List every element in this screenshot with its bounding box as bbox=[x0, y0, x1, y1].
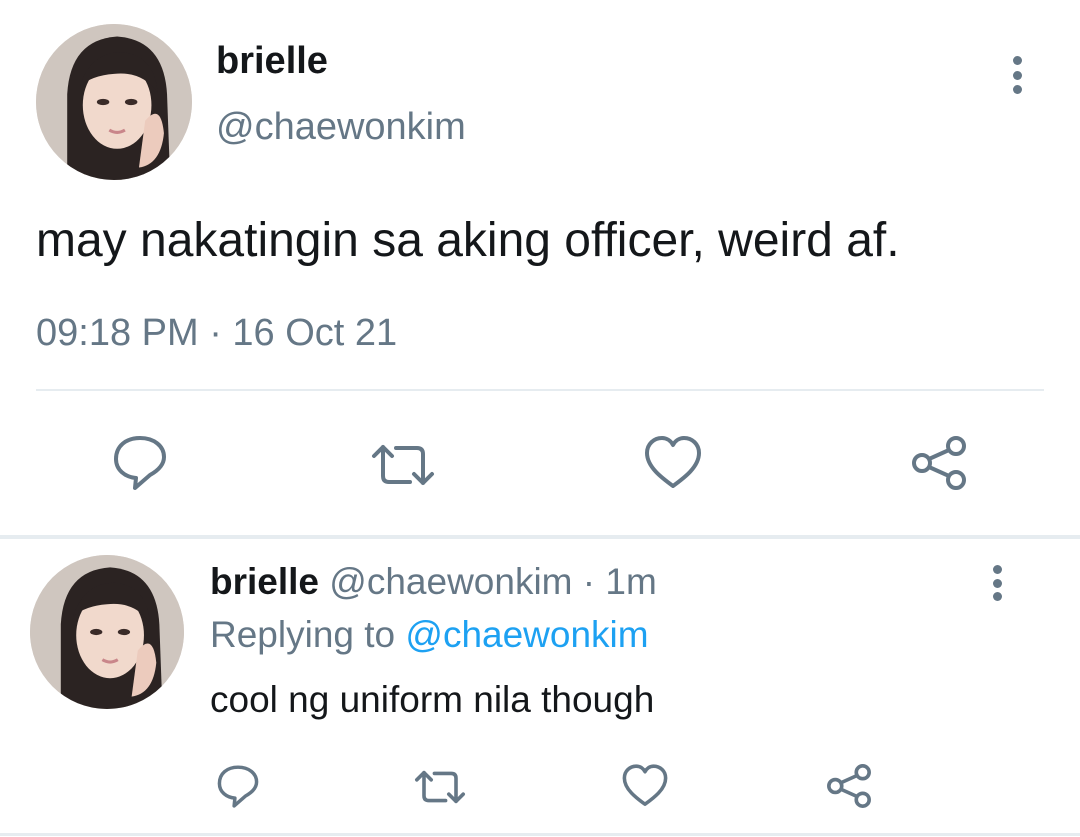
retweet-button[interactable] bbox=[368, 440, 438, 490]
reply-button[interactable] bbox=[110, 430, 170, 492]
retweet-icon bbox=[415, 770, 465, 804]
reply-like-button[interactable] bbox=[620, 763, 670, 809]
reply-handle[interactable]: @chaewonkim bbox=[329, 561, 572, 602]
bottom-divider bbox=[0, 833, 1080, 836]
main-display-name[interactable]: brielle bbox=[216, 38, 328, 84]
reply-avatar[interactable] bbox=[30, 555, 184, 709]
divider bbox=[36, 389, 1044, 391]
reply-tweet[interactable]: brielle @chaewonkim · 1m Replying to @ch… bbox=[0, 539, 1080, 837]
main-tweet-text: may nakatingin sa aking officer, weird a… bbox=[36, 214, 900, 267]
reply-share-button[interactable] bbox=[824, 761, 874, 811]
reply-retweet-button[interactable] bbox=[412, 767, 468, 807]
reply-header: brielle @chaewonkim · 1m bbox=[210, 559, 657, 605]
replying-to-label: Replying to bbox=[210, 614, 396, 655]
main-more-options-icon[interactable] bbox=[1008, 56, 1026, 94]
replying-to-handle[interactable]: @chaewonkim bbox=[405, 614, 648, 655]
share-button[interactable] bbox=[908, 432, 970, 494]
reply-icon bbox=[217, 765, 259, 808]
reply-more-options-icon[interactable] bbox=[988, 565, 1006, 601]
main-avatar[interactable] bbox=[36, 24, 192, 180]
reply-tweet-text: cool ng uniform nila though bbox=[210, 679, 655, 720]
like-button[interactable] bbox=[642, 434, 704, 492]
share-icon bbox=[827, 764, 871, 808]
main-handle[interactable]: @chaewonkim bbox=[216, 104, 466, 150]
replying-to: Replying to @chaewonkim bbox=[210, 612, 649, 658]
reply-icon bbox=[114, 436, 166, 490]
reply-reply-button[interactable] bbox=[214, 761, 262, 809]
like-icon bbox=[645, 436, 701, 488]
main-timestamp[interactable]: 09:18 PM · 16 Oct 21 bbox=[36, 310, 397, 356]
profile-photo-icon bbox=[30, 555, 184, 709]
retweet-icon bbox=[372, 445, 434, 485]
reply-display-name[interactable]: brielle bbox=[210, 561, 319, 602]
reply-time[interactable]: · 1m bbox=[583, 561, 657, 602]
like-icon bbox=[622, 764, 668, 807]
share-icon bbox=[912, 436, 966, 490]
main-tweet: brielle @chaewonkim may nakatingin sa ak… bbox=[0, 0, 1080, 535]
profile-photo-icon bbox=[36, 24, 192, 180]
